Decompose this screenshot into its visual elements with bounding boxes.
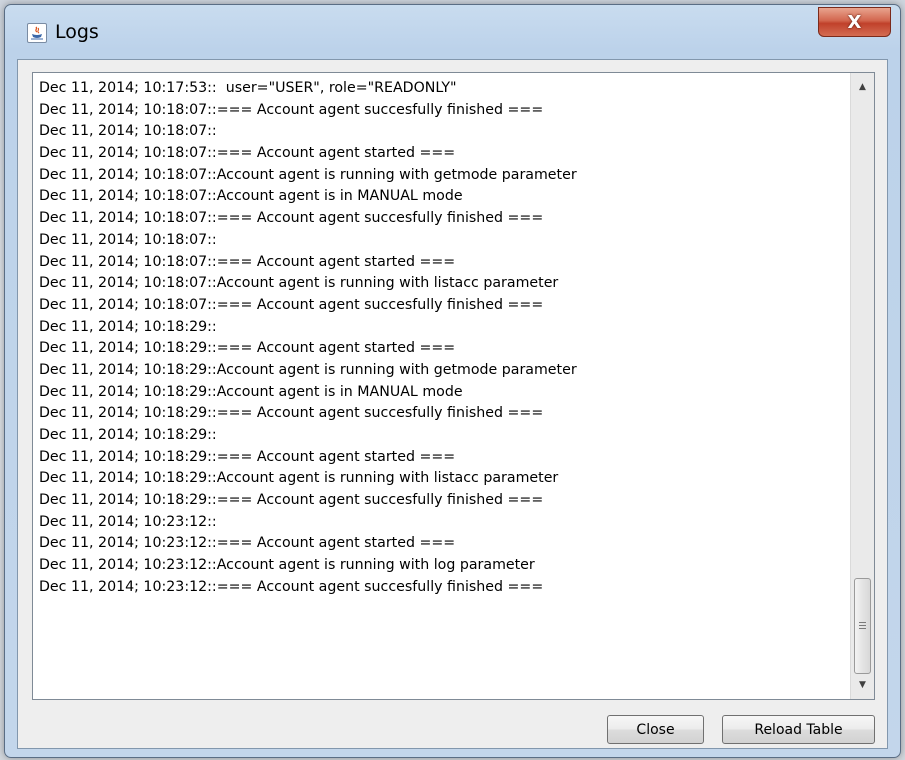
- log-line: Dec 11, 2014; 10:18:29::=== Account agen…: [39, 448, 456, 465]
- vertical-scrollbar[interactable]: ▲ ▼: [850, 73, 874, 699]
- log-line: Dec 11, 2014; 10:18:07::=== Account agen…: [39, 253, 456, 270]
- log-line: Dec 11, 2014; 10:18:29::=== Account agen…: [39, 405, 544, 422]
- log-line: Dec 11, 2014; 10:18:07::=== Account agen…: [39, 296, 544, 313]
- log-line: Dec 11, 2014; 10:18:07::=== Account agen…: [39, 101, 544, 118]
- title-bar[interactable]: Logs X: [5, 5, 900, 59]
- log-line: Dec 11, 2014; 10:18:07::Account agent is…: [39, 275, 559, 292]
- grip-line: [859, 628, 866, 629]
- log-line: Dec 11, 2014; 10:18:07::=== Account agen…: [39, 145, 456, 162]
- log-line: Dec 11, 2014; 10:18:07::Account agent is…: [39, 188, 463, 205]
- dialog-content: Dec 11, 2014; 10:17:53:: user="USER", ro…: [17, 59, 888, 749]
- grip-line: [859, 622, 866, 623]
- scroll-down-arrow-icon[interactable]: ▼: [851, 675, 874, 695]
- close-button[interactable]: Close: [607, 715, 704, 744]
- grip-line: [859, 625, 866, 626]
- log-line: Dec 11, 2014; 10:18:07::: [39, 231, 217, 248]
- log-line: Dec 11, 2014; 10:23:12::: [39, 513, 217, 530]
- log-line: Dec 11, 2014; 10:23:12::=== Account agen…: [39, 535, 456, 552]
- log-text-area[interactable]: Dec 11, 2014; 10:17:53:: user="USER", ro…: [32, 72, 875, 700]
- log-lines: Dec 11, 2014; 10:17:53:: user="USER", ro…: [39, 78, 847, 599]
- window-title: Logs: [55, 21, 99, 43]
- log-line: Dec 11, 2014; 10:18:07::: [39, 123, 217, 140]
- logs-window: Logs X Dec 11, 2014; 10:17:53:: user="US…: [4, 4, 901, 758]
- log-line: Dec 11, 2014; 10:18:29::Account agent is…: [39, 383, 463, 400]
- log-line: Dec 11, 2014; 10:18:29::=== Account agen…: [39, 340, 456, 357]
- log-line: Dec 11, 2014; 10:18:07::=== Account agen…: [39, 210, 544, 227]
- scroll-up-arrow-icon[interactable]: ▲: [851, 77, 874, 97]
- log-line: Dec 11, 2014; 10:18:07::Account agent is…: [39, 166, 577, 183]
- log-line: Dec 11, 2014; 10:18:29::=== Account agen…: [39, 492, 544, 509]
- log-line: Dec 11, 2014; 10:17:53:: user="USER", ro…: [39, 80, 457, 96]
- log-line: Dec 11, 2014; 10:23:12::Account agent is…: [39, 557, 535, 574]
- java-icon: [27, 23, 47, 43]
- close-icon: X: [847, 11, 862, 33]
- log-line: Dec 11, 2014; 10:18:29::: [39, 427, 217, 443]
- window-close-button[interactable]: X: [818, 7, 891, 37]
- scroll-thumb[interactable]: [854, 578, 871, 674]
- log-line: Dec 11, 2014; 10:18:29::Account agent is…: [39, 470, 559, 487]
- log-line: Dec 11, 2014; 10:23:12::=== Account agen…: [39, 578, 544, 595]
- log-line: Dec 11, 2014; 10:18:29::: [39, 318, 217, 335]
- log-line: Dec 11, 2014; 10:18:29::Account agent is…: [39, 361, 577, 378]
- reload-table-button[interactable]: Reload Table: [722, 715, 875, 744]
